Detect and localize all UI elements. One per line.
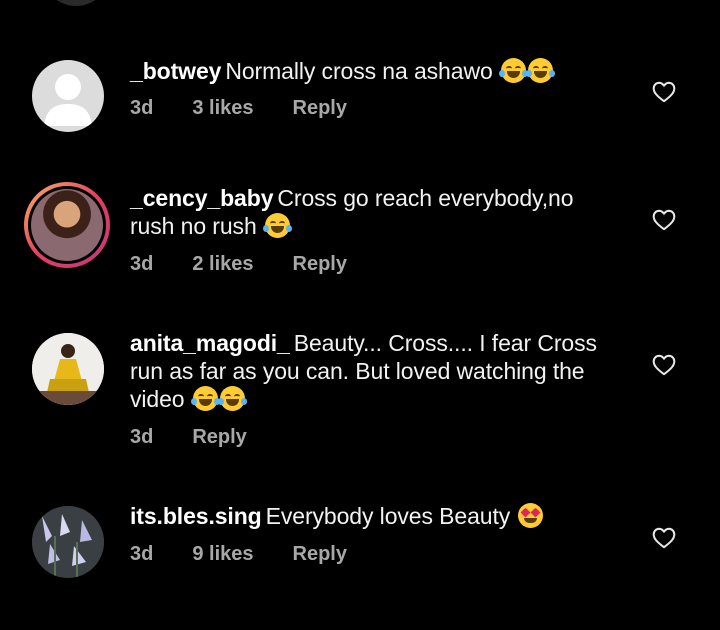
reply-button[interactable]: Reply — [293, 97, 347, 120]
face-with-tears-of-joy-icon — [190, 386, 220, 411]
comment-text: Normally cross na ashawo — [225, 58, 493, 84]
default-avatar-icon — [44, 74, 92, 126]
avatar[interactable] — [32, 60, 104, 132]
avatar — [31, 189, 103, 261]
comment-time: 3d — [130, 97, 154, 119]
comment-time: 3d — [130, 253, 154, 275]
person-photo-icon — [32, 333, 104, 405]
face-with-tears-of-joy-icon — [525, 58, 555, 83]
face-with-tears-of-joy-icon — [498, 58, 528, 83]
comment-text: Everybody loves Beauty — [265, 503, 511, 529]
reply-button[interactable]: Reply — [293, 543, 347, 566]
comment-body: _botwey Normally cross na ashawo — [130, 57, 620, 85]
username-link[interactable]: _cency_baby — [130, 185, 273, 211]
face-with-tears-of-joy-icon — [217, 386, 247, 411]
reply-button[interactable]: Reply — [293, 253, 347, 276]
comment-body: anita_magodi_ Beauty... Cross.... I fear … — [130, 329, 620, 413]
likes-count-link[interactable]: 3 likes — [192, 97, 253, 120]
comment-time: 3d — [130, 543, 154, 565]
avatar[interactable] — [32, 506, 104, 578]
username-link[interactable]: _botwey — [130, 58, 221, 84]
comment-meta: 3d 9 likes Reply — [130, 543, 386, 566]
comment-meta: 3d Reply — [130, 426, 286, 449]
comment-meta: 3d 3 likes Reply — [130, 97, 386, 120]
username-link[interactable]: anita_magodi_ — [130, 330, 290, 356]
previous-comment-avatar[interactable] — [42, 0, 110, 6]
comment-meta: 3d 2 likes Reply — [130, 253, 386, 276]
likes-count-link[interactable]: 9 likes — [192, 543, 253, 566]
like-heart-icon[interactable] — [651, 352, 677, 378]
smiling-face-with-heart-eyes-icon — [518, 503, 544, 528]
like-heart-icon[interactable] — [651, 525, 677, 551]
like-heart-icon[interactable] — [651, 207, 677, 233]
avatar[interactable] — [32, 333, 104, 405]
comment-time: 3d — [130, 426, 154, 448]
comment-body: _cency_baby Cross go reach everybody,no r… — [130, 184, 620, 240]
flowers-photo-icon — [32, 506, 104, 578]
avatar-ring-gap — [28, 186, 106, 264]
face-with-tears-of-joy-icon — [262, 213, 292, 238]
story-ring-avatar[interactable] — [24, 182, 110, 268]
reply-button[interactable]: Reply — [192, 426, 246, 449]
username-link[interactable]: its.bles.sing — [130, 503, 262, 529]
comment-body: its.bles.sing Everybody loves Beauty — [130, 502, 620, 530]
likes-count-link[interactable]: 2 likes — [192, 253, 253, 276]
like-heart-icon[interactable] — [651, 79, 677, 105]
